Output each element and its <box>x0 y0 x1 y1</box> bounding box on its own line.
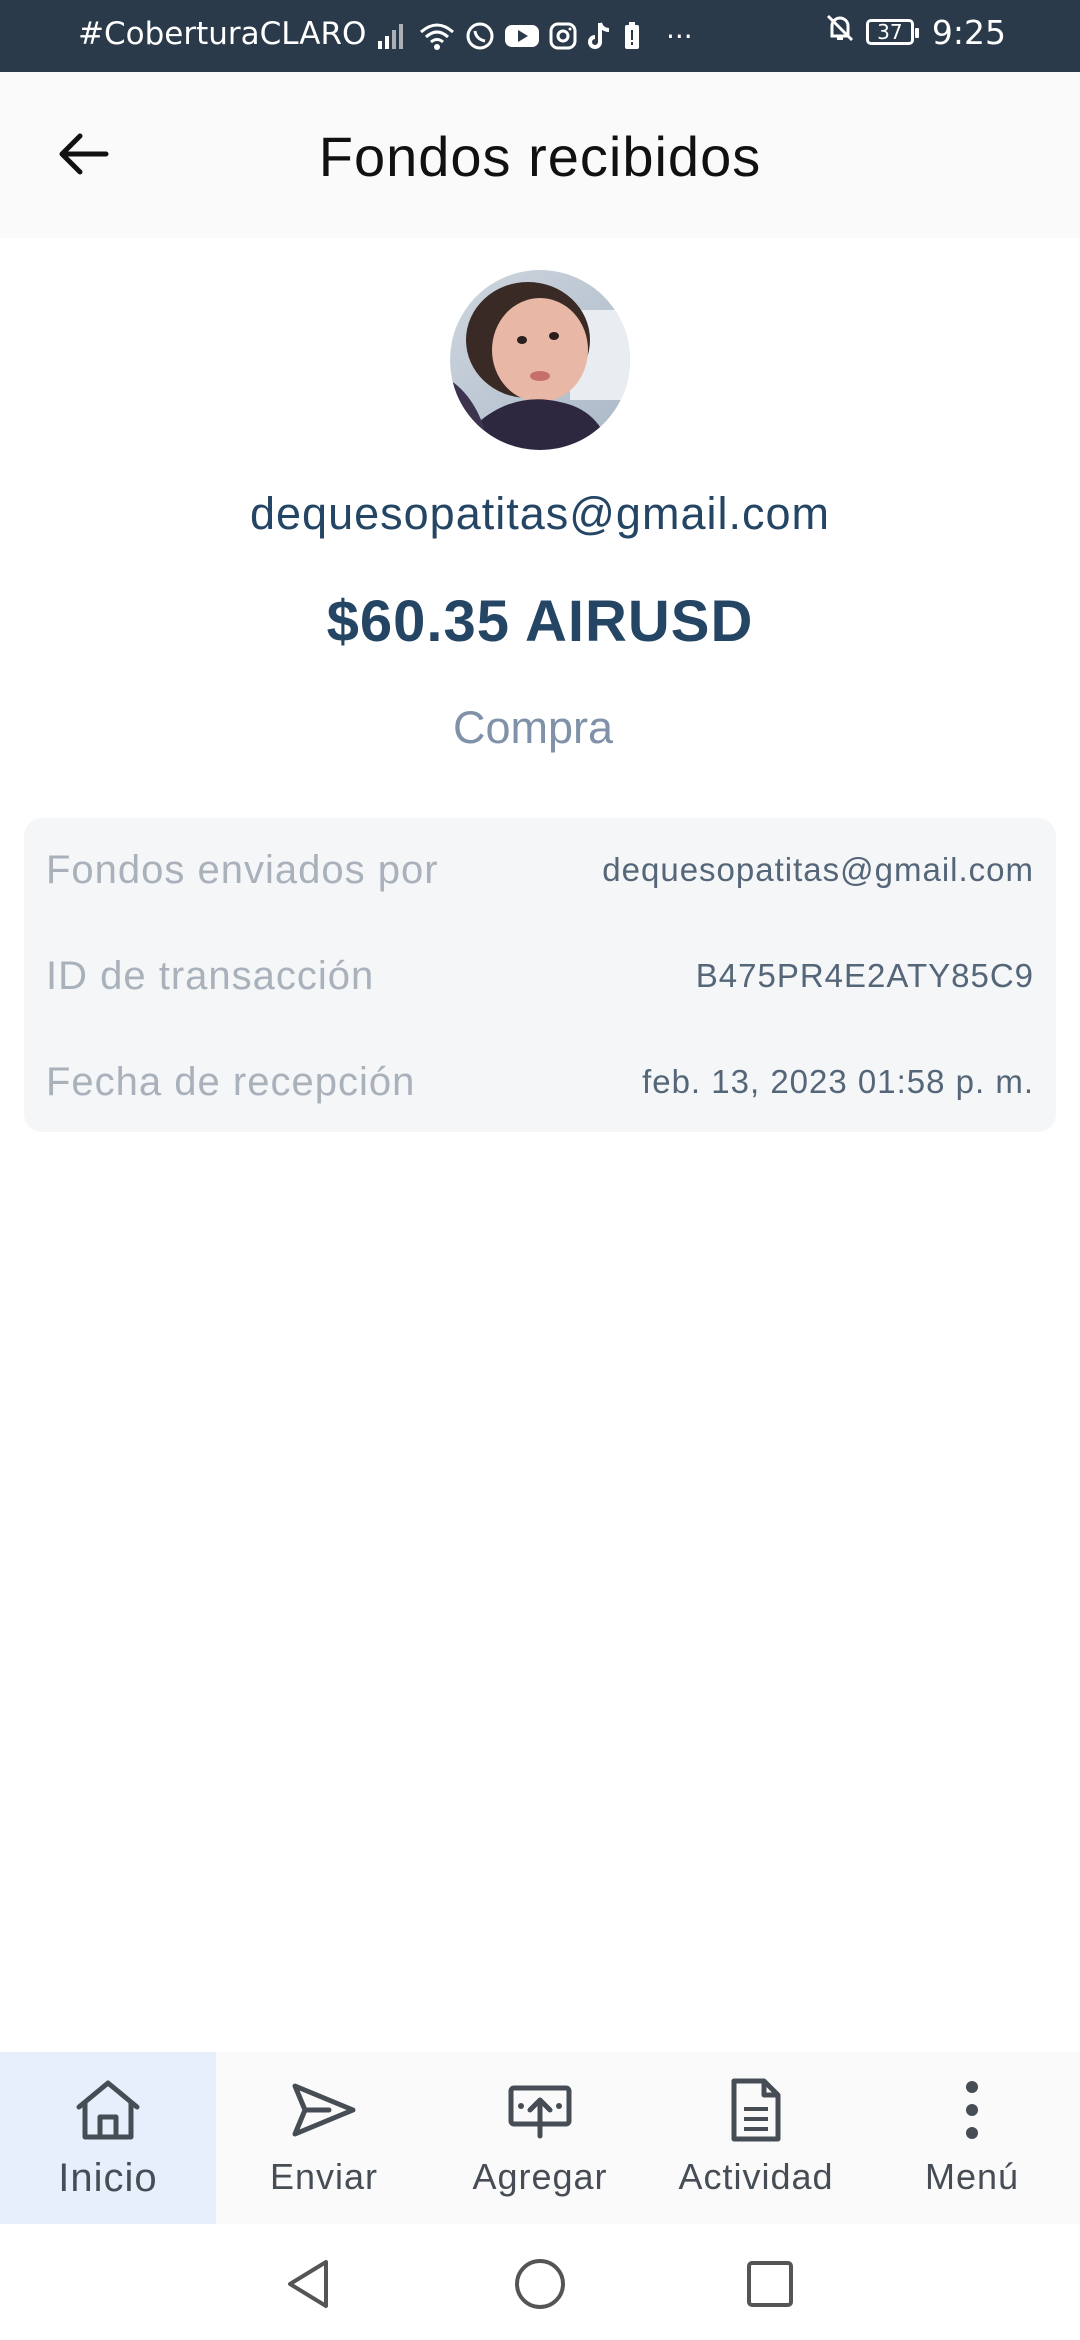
amount: $60.35 AIRUSD <box>326 589 754 654</box>
whatsapp-icon <box>464 20 496 52</box>
detail-row: Fecha de recepción feb. 13, 2023 01:58 p… <box>46 1052 1034 1112</box>
details-card: Fondos enviados por dequesopatitas@gmail… <box>24 818 1056 1132</box>
status-bar: #CoberturaCLARO ··· 37 9:25 <box>0 0 1080 72</box>
circle-home-icon <box>515 2259 565 2309</box>
detail-value: B475PR4E2ATY85C9 <box>695 957 1034 994</box>
detail-label: Fondos enviados por <box>46 847 439 892</box>
transaction-type: Compra <box>452 702 614 753</box>
clock: 9:25 <box>931 12 1006 52</box>
youtube-icon <box>504 22 540 50</box>
bottom-nav: Inicio Enviar Agregar Actividad Menú <box>0 2052 1080 2224</box>
system-back-button[interactable] <box>278 2254 338 2314</box>
nav-label: Menú <box>924 2156 1020 2197</box>
detail-value: dequesopatitas@gmail.com <box>602 851 1034 888</box>
battery-icon: 37 <box>865 19 919 45</box>
nav-item-inicio[interactable]: Inicio <box>0 2052 216 2224</box>
status-icons: ··· <box>376 14 693 58</box>
instagram-icon <box>548 21 578 51</box>
detail-label: ID de transacción <box>46 953 375 998</box>
document-icon <box>726 2072 786 2148</box>
nav-label: Agregar <box>472 2156 608 2197</box>
page-title: Fondos recibidos <box>318 125 762 188</box>
more-vertical-icon <box>962 2072 982 2148</box>
carrier-label: #CoberturaCLARO <box>78 16 367 52</box>
nav-item-menu[interactable]: Menú <box>864 2052 1080 2224</box>
app-header: Fondos recibidos <box>0 72 1080 238</box>
square-recents-icon <box>747 2261 793 2307</box>
wifi-icon <box>418 20 456 52</box>
signal-icon <box>376 21 410 51</box>
detail-row: ID de transacción B475PR4E2ATY85C9 <box>46 946 1034 1006</box>
more-dots-icon: ··· <box>666 19 693 53</box>
send-icon <box>289 2072 359 2148</box>
triangle-back-icon <box>288 2260 328 2308</box>
nav-item-actividad[interactable]: Actividad <box>648 2052 864 2224</box>
system-recents-button[interactable] <box>740 2254 800 2314</box>
tiktok-icon <box>586 20 614 52</box>
detail-value: feb. 13, 2023 01:58 p. m. <box>642 1063 1034 1100</box>
nav-label: Inicio <box>58 2156 158 2200</box>
detail-label: Fecha de recepción <box>46 1059 416 1104</box>
battery-alert-icon <box>622 21 642 51</box>
add-funds-icon <box>505 2072 575 2148</box>
sender-email: dequesopatitas@gmail.com <box>250 488 830 539</box>
nav-item-agregar[interactable]: Agregar <box>432 2052 648 2224</box>
nav-label: Enviar <box>269 2156 379 2197</box>
bell-off-icon <box>824 12 856 52</box>
nav-item-enviar[interactable]: Enviar <box>216 2052 432 2224</box>
detail-row: Fondos enviados por dequesopatitas@gmail… <box>46 840 1034 900</box>
nav-label: Actividad <box>678 2156 834 2197</box>
system-home-button[interactable] <box>510 2254 570 2314</box>
system-nav-bar <box>0 2224 1080 2340</box>
home-icon <box>73 2072 143 2148</box>
avatar <box>450 270 630 450</box>
status-right: 37 9:25 <box>824 12 1006 52</box>
